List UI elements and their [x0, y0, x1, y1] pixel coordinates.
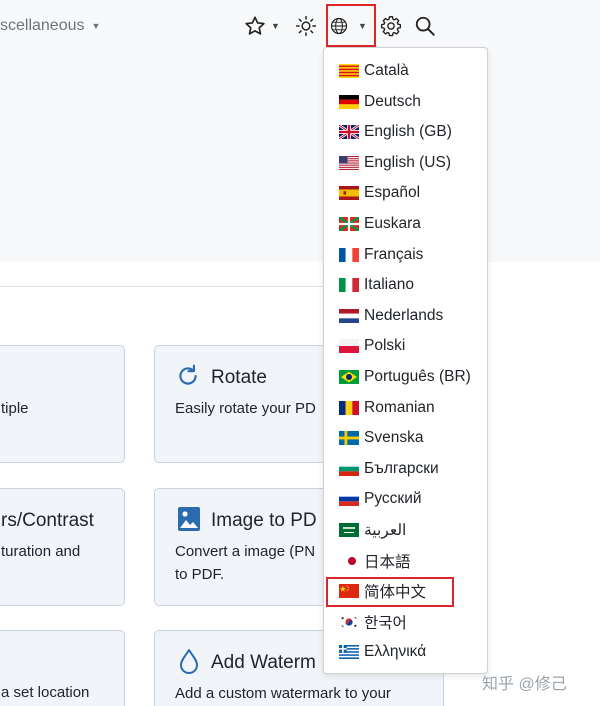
language-item-bulgaria[interactable]: Български	[324, 454, 487, 484]
language-item-label: Euskara	[364, 215, 421, 232]
tool-card-title: rs/Contrast	[1, 510, 94, 531]
droplet-icon	[177, 648, 203, 674]
language-item-label: Español	[364, 184, 421, 202]
language-item-italy[interactable]: Italiano	[324, 270, 487, 300]
language-item-label: Polski	[364, 337, 406, 355]
tool-card-description: turation and	[1, 543, 81, 560]
chevron-down-icon: ▼	[271, 21, 280, 31]
romania-flag-icon	[339, 400, 359, 415]
france-flag-icon	[339, 247, 359, 262]
language-item-basque[interactable]: Euskara	[324, 209, 487, 239]
germany-flag-icon	[339, 94, 359, 109]
language-item-label: English (US)	[364, 153, 451, 171]
language-item-label: English (GB)	[364, 123, 452, 141]
tool-card-description: Convert a image (PN	[175, 543, 316, 560]
tool-card-description: tiple	[1, 400, 29, 417]
search-icon	[414, 15, 436, 37]
gear-icon	[380, 15, 402, 37]
language-item-label: Português (BR)	[364, 368, 471, 385]
language-item-greece[interactable]: Ελληνικά	[324, 637, 487, 667]
language-item-label: العربية	[364, 521, 407, 539]
header-background	[0, 0, 600, 262]
language-item-poland[interactable]: Polski	[324, 331, 487, 361]
language-item-label: 日本語	[364, 553, 411, 571]
selected-language-highlight	[326, 577, 454, 607]
language-item-label: Русский	[364, 490, 422, 508]
tool-card-title: Rotate	[211, 367, 267, 388]
italy-flag-icon	[339, 278, 359, 293]
language-item-france[interactable]: Français	[324, 240, 487, 270]
image-icon	[177, 506, 203, 532]
uk-flag-icon	[339, 125, 359, 140]
brazil-flag-icon	[339, 370, 359, 384]
tool-card-add-stamp[interactable]: a set location	[0, 630, 125, 706]
search-button[interactable]	[414, 14, 436, 38]
bulgaria-flag-icon	[339, 461, 359, 476]
language-item-label: 한국어	[364, 614, 407, 632]
favorites-dropdown-button[interactable]: ▼	[244, 14, 280, 38]
chevron-down-icon: ▼	[91, 21, 101, 31]
language-item-sweden[interactable]: Svenska	[324, 423, 487, 453]
language-item-catalonia[interactable]: Català	[324, 56, 487, 86]
language-item-korea[interactable]: 한국어	[324, 607, 487, 637]
tool-card-description: Add a custom watermark to your	[175, 685, 391, 702]
netherlands-flag-icon	[339, 308, 359, 323]
language-item-label: Deutsch	[364, 92, 421, 110]
language-item-brazil[interactable]: Português (BR)	[324, 362, 487, 392]
language-item-label: Català	[364, 62, 409, 79]
saudi-arabia-flag-icon	[339, 523, 359, 537]
language-item-label: Български	[364, 459, 439, 477]
usa-flag-icon	[339, 155, 359, 170]
japan-flag-icon	[342, 553, 356, 568]
language-item-label: Svenska	[364, 429, 424, 447]
tool-card-title: Image to PD	[211, 510, 317, 531]
language-button-highlight	[326, 4, 376, 47]
language-item-label: Romanian	[364, 398, 435, 416]
language-item-saudi-arabia[interactable]: العربية	[324, 515, 487, 545]
language-item-russia[interactable]: Русский	[324, 484, 487, 514]
greece-flag-icon	[339, 645, 359, 660]
language-item-uk[interactable]: English (GB)	[324, 117, 487, 147]
rotate-icon	[175, 363, 201, 389]
settings-button[interactable]	[380, 14, 402, 38]
tool-card-description: Easily rotate your PD	[175, 400, 316, 417]
sun-icon	[295, 15, 317, 37]
sweden-flag-icon	[339, 431, 359, 446]
language-item-label: Français	[364, 245, 424, 263]
russia-flag-icon	[339, 492, 359, 507]
nav-miscellaneous-dropdown[interactable]: scellaneous ▼	[0, 14, 100, 38]
tool-card-title: Add Waterm	[211, 652, 316, 673]
korea-flag-icon	[339, 614, 359, 629]
theme-toggle-button[interactable]	[295, 14, 317, 38]
language-item-spain[interactable]: Español	[324, 178, 487, 208]
tool-card-adjust-colors[interactable]: rs/Contrast turation and	[0, 488, 125, 606]
language-item-romania[interactable]: Romanian	[324, 393, 487, 423]
language-item-usa[interactable]: English (US)	[324, 148, 487, 178]
catalonia-flag-icon	[339, 64, 359, 78]
nav-miscellaneous-label: scellaneous	[0, 17, 85, 34]
language-item-label: Ελληνικά	[364, 643, 427, 661]
tool-card-merge[interactable]: tiple	[0, 345, 125, 463]
poland-flag-icon	[339, 339, 359, 354]
tool-card-description: a set location	[1, 684, 90, 701]
watermark-text: 知乎 @修己	[482, 676, 567, 693]
language-item-label: Italiano	[364, 276, 414, 294]
tool-card-description-line2: to PDF.	[175, 566, 225, 583]
language-item-label: Nederlands	[364, 306, 444, 324]
language-item-germany[interactable]: Deutsch	[324, 87, 487, 117]
basque-flag-icon	[339, 217, 359, 231]
language-item-japan[interactable]: 日本語	[324, 546, 487, 576]
spain-flag-icon	[339, 186, 359, 201]
language-item-netherlands[interactable]: Nederlands	[324, 301, 487, 331]
star-icon	[244, 15, 266, 37]
